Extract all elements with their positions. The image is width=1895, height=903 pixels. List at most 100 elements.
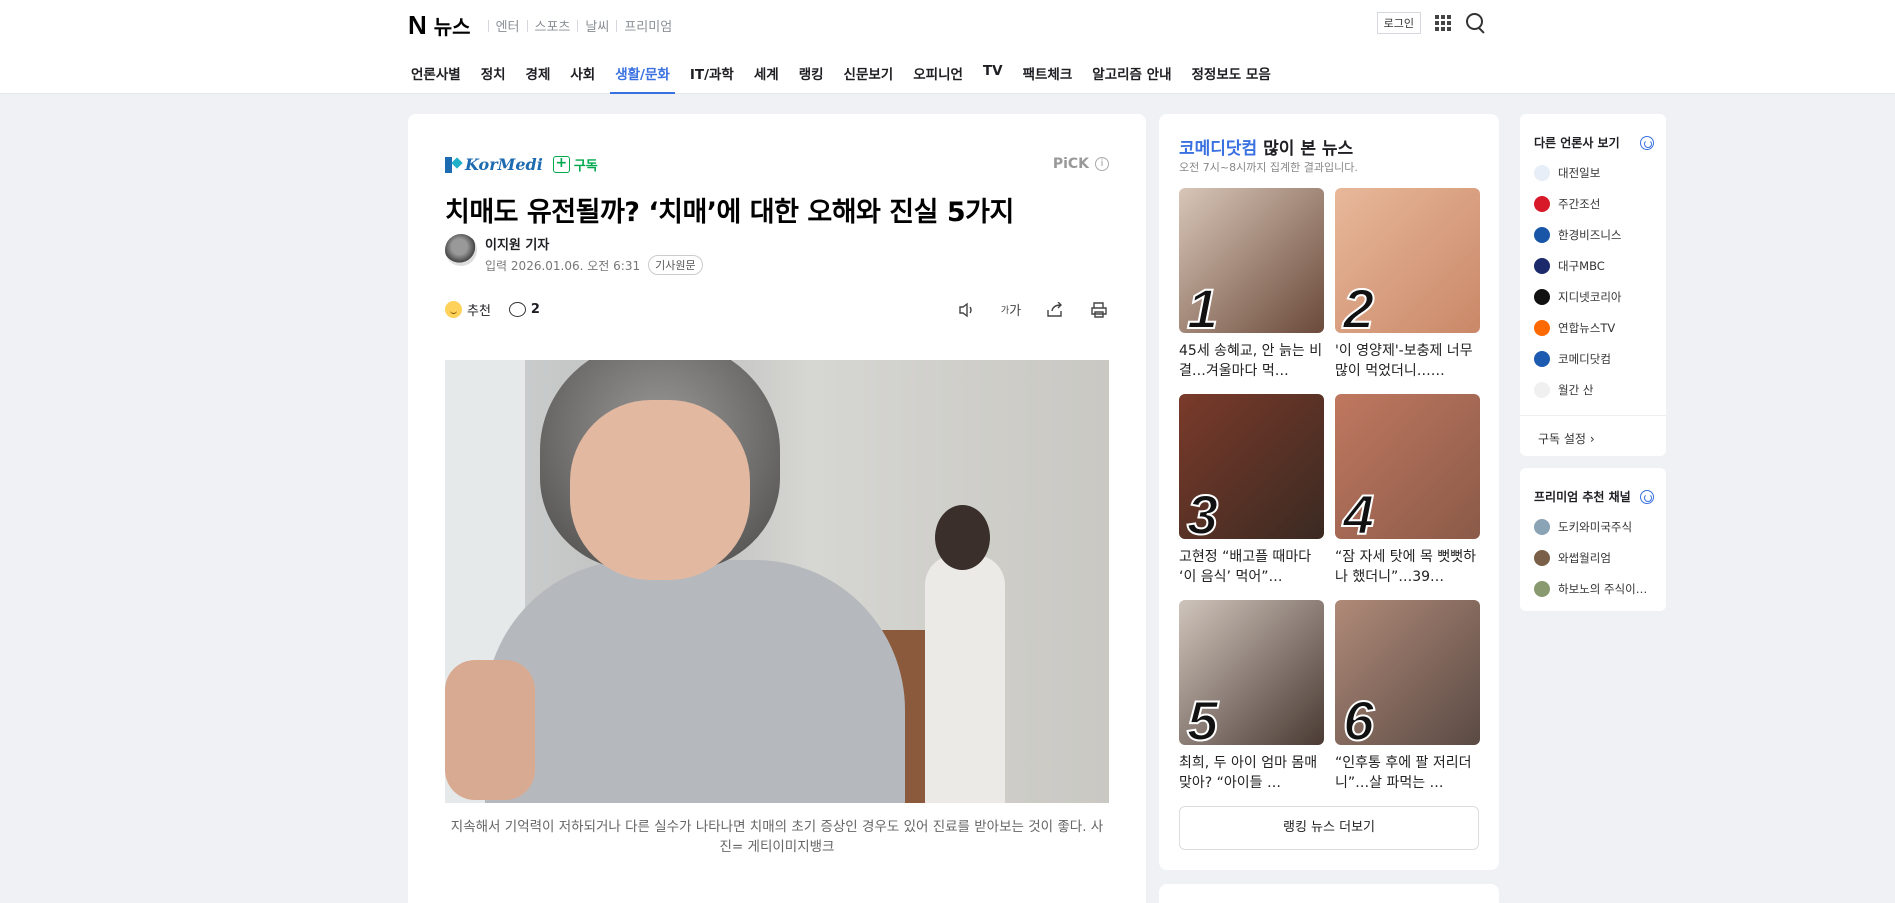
nav-item-society[interactable]: 사회 xyxy=(565,58,600,94)
share-icon[interactable] xyxy=(1045,301,1065,319)
ranking-thumbnail[interactable]: 2 xyxy=(1335,188,1480,333)
ranking-thumbnail[interactable]: 1 xyxy=(1179,188,1324,333)
comment-count: 2 xyxy=(530,302,540,317)
press-logo-icon xyxy=(1534,319,1550,336)
nav-item-corrections[interactable]: 정정보도 모음 xyxy=(1187,58,1276,94)
nav-item-press[interactable]: 언론사별 xyxy=(406,58,466,94)
service-link-weather[interactable]: 날씨 xyxy=(585,16,609,35)
other-press-item[interactable]: 한경비즈니스 xyxy=(1534,219,1666,250)
subscribe-button[interactable]: + 구독 xyxy=(552,155,598,174)
comment-button[interactable]: 2 xyxy=(508,302,540,317)
ranking-item[interactable]: 4 “잠 자세 탓에 목 뻣뻣하나 했더니”…39… xyxy=(1335,394,1480,600)
premium-channel-item[interactable]: 도키와미국주식 xyxy=(1534,511,1666,542)
service-link-premium[interactable]: 프리미엄 xyxy=(624,16,672,35)
ranking-headline[interactable]: “인후통 후에 팔 저리더니”…살 파먹는 … xyxy=(1335,753,1480,793)
premium-channel-item[interactable]: 하보노의 주식이… xyxy=(1534,573,1666,604)
font-size-button[interactable]: 가가 xyxy=(1001,301,1021,319)
other-press-item-label: 지디넷코리아 xyxy=(1558,289,1622,304)
ranking-number: 1 xyxy=(1186,276,1219,333)
original-article-button[interactable]: 기사원문 xyxy=(648,255,703,275)
ranking-item[interactable]: 2 '이 영양제'-보충제 너무 많이 먹었더니…… xyxy=(1335,188,1480,394)
ranking-headline[interactable]: '이 영양제'-보충제 너무 많이 먹었더니…… xyxy=(1335,341,1480,381)
ranking-press-name[interactable]: 코메디닷컴 xyxy=(1179,139,1257,159)
nav-item-newspaper[interactable]: 신문보기 xyxy=(839,58,899,94)
service-link-sports[interactable]: 스포츠 xyxy=(535,16,571,35)
ranking-thumbnail[interactable]: 4 xyxy=(1335,394,1480,539)
premium-channel-item-label: 와썹월리엄 xyxy=(1558,550,1611,565)
press-logo-icon xyxy=(1534,549,1550,566)
other-press-item-label: 주간조선 xyxy=(1558,196,1601,211)
nav-item-algorithm[interactable]: 알고리즘 안내 xyxy=(1087,58,1176,94)
other-press-item[interactable]: 연합뉴스TV xyxy=(1534,312,1666,343)
reporter-name[interactable]: 이지원 기자 xyxy=(485,234,703,253)
subscription-settings-link[interactable]: 구독 설정 › xyxy=(1520,415,1666,461)
login-button[interactable]: 로그인 xyxy=(1376,12,1421,34)
news-home-link[interactable]: 뉴스 xyxy=(434,11,471,40)
other-press-item[interactable]: 코메디닷컴 xyxy=(1534,343,1666,374)
ranking-headline[interactable]: 고현정 “배고플 때마다 ‘이 음식’ 먹어”… xyxy=(1179,547,1324,587)
other-press-item[interactable]: 대구MBC xyxy=(1534,250,1666,281)
nav-item-politics[interactable]: 정치 xyxy=(476,58,511,94)
other-press-item-label: 대전일보 xyxy=(1558,165,1601,180)
press-logo-text: KorMedi xyxy=(465,155,543,174)
nav-item-ranking[interactable]: 랭킹 xyxy=(794,58,829,94)
nav-item-opinion[interactable]: 오피니언 xyxy=(908,58,968,94)
nav-item-factcheck[interactable]: 팩트체크 xyxy=(1018,58,1078,94)
other-press-item-label: 월간 산 xyxy=(1558,382,1594,397)
speaker-icon[interactable] xyxy=(957,301,977,319)
premium-list: 도키와미국주식와썹월리엄하보노의 주식이… xyxy=(1534,511,1666,604)
ranking-thumbnail[interactable]: 5 xyxy=(1179,600,1324,745)
ranking-item[interactable]: 3 고현정 “배고플 때마다 ‘이 음식’ 먹어”… xyxy=(1179,394,1324,600)
service-link-entertainment[interactable]: 엔터 xyxy=(496,16,520,35)
font-size-icon: 가 xyxy=(1009,304,1022,319)
other-press-item[interactable]: 대전일보 xyxy=(1534,157,1666,188)
ranking-item[interactable]: 6 “인후통 후에 팔 저리더니”…살 파먹는 … xyxy=(1335,600,1480,806)
other-press-item-label: 코메디닷컴 xyxy=(1558,351,1611,366)
refresh-icon[interactable] xyxy=(1640,489,1654,504)
press-row: KorMedi + 구독 xyxy=(445,155,598,174)
other-press-item[interactable]: 주간조선 xyxy=(1534,188,1666,219)
other-press-item[interactable]: 지디넷코리아 xyxy=(1534,281,1666,312)
nav-item-tv[interactable]: TV xyxy=(978,58,1008,94)
ranking-number: 2 xyxy=(1342,276,1375,333)
comment-icon xyxy=(508,302,526,317)
reporter-avatar[interactable] xyxy=(445,234,477,266)
subscribe-label: 구독 xyxy=(573,159,598,174)
ranking-headline[interactable]: “잠 자세 탓에 목 뻣뻣하나 했더니”…39… xyxy=(1335,547,1480,587)
refresh-icon[interactable] xyxy=(1640,135,1654,150)
premium-channel-item[interactable]: 와썹월리엄 xyxy=(1534,542,1666,573)
premium-channel-box: 프리미엄 추천 채널 도키와미국주식 와썹월리엄 하보노의 주식이… xyxy=(1520,468,1666,611)
ranking-headline[interactable]: 최희, 두 아이 엄마 몸매 맞아? “아이들 … xyxy=(1179,753,1324,793)
print-icon[interactable] xyxy=(1089,301,1109,319)
ranking-thumbnail[interactable]: 3 xyxy=(1179,394,1324,539)
ranking-subtitle: 오전 7시~8시까지 집계한 결과입니다. xyxy=(1179,161,1358,174)
press-logo-icon xyxy=(1534,288,1550,305)
info-icon[interactable]: i xyxy=(1095,157,1109,171)
ranking-number: 4 xyxy=(1342,482,1375,539)
pick-label: PiCK xyxy=(1052,156,1089,172)
ranking-item[interactable]: 5 최희, 두 아이 엄마 몸매 맞아? “아이들 … xyxy=(1179,600,1324,806)
naver-logo[interactable]: N xyxy=(408,10,427,41)
article-title: 치매도 유전될까? ‘치매’에 대한 오해와 진실 5가지 xyxy=(445,197,1014,228)
recommend-button[interactable]: 추천 xyxy=(445,300,491,319)
more-ranking-button[interactable]: 랭킹 뉴스 더보기 xyxy=(1179,806,1479,850)
publish-date: 입력 2026.01.06. 오전 6:31 xyxy=(485,258,641,273)
apps-grid-icon[interactable] xyxy=(1435,15,1451,31)
nav-item-life-culture[interactable]: 생활/문화 xyxy=(610,58,675,94)
plus-icon: + xyxy=(552,156,570,173)
nav-item-world[interactable]: 세계 xyxy=(749,58,784,94)
ranking-headline[interactable]: 45세 송혜교, 안 늙는 비결…겨울마다 먹… xyxy=(1179,341,1324,381)
article-photo xyxy=(445,360,1109,803)
article-actions: 추천 2 가가 xyxy=(445,300,1109,319)
search-icon[interactable] xyxy=(1465,12,1487,34)
category-nav: 언론사별 정치 경제 사회 생활/문화 IT/과학 세계 랭킹 신문보기 오피니… xyxy=(406,58,1286,94)
ranking-thumbnail[interactable]: 6 xyxy=(1335,600,1480,745)
other-press-title: 다른 언론사 보기 xyxy=(1534,134,1666,151)
nav-item-it-science[interactable]: IT/과학 xyxy=(685,58,739,94)
ranking-item[interactable]: 1 45세 송혜교, 안 늙는 비결…겨울마다 먹… xyxy=(1179,188,1324,394)
other-press-item[interactable]: 월간 산 xyxy=(1534,374,1666,405)
pick-badge[interactable]: PiCK i xyxy=(1053,156,1109,172)
nav-item-economy[interactable]: 경제 xyxy=(521,58,556,94)
press-logo[interactable]: KorMedi xyxy=(445,155,543,174)
recommend-label: 추천 xyxy=(467,304,491,319)
